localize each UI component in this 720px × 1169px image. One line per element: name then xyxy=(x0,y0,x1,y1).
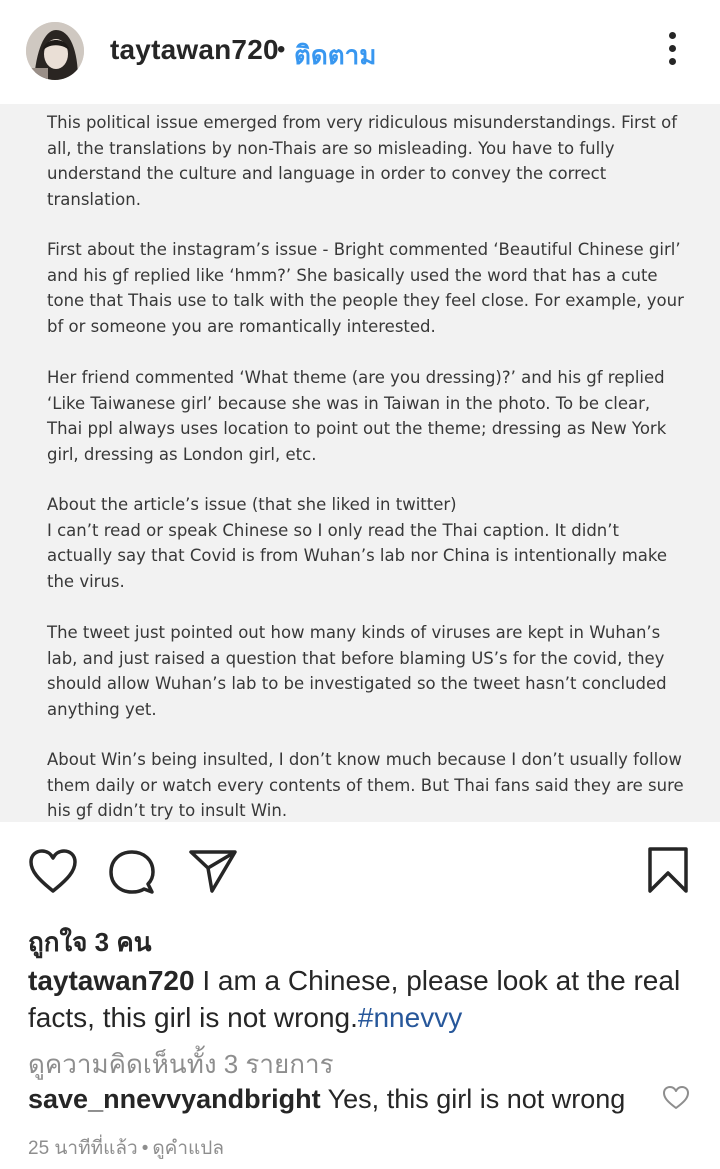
post-text-line: This political issue emerged from very r… xyxy=(47,113,678,132)
comment-username[interactable]: save_nnevvyandbright xyxy=(28,1084,321,1114)
comment-row: save_nnevvyandbright Yes, this girl is n… xyxy=(28,1084,625,1115)
post-text-line: About Win’s being insulted, I don’t know… xyxy=(47,750,682,769)
post-username[interactable]: taytawan720 xyxy=(110,34,279,66)
post-text-line: the virus. xyxy=(47,571,125,591)
post-text-line: girl, dressing as London girl, etc. xyxy=(47,444,317,464)
post-paragraph: This political issue emerged from very r… xyxy=(47,110,687,212)
post-text-line: I can’t read or speak Chinese so I only … xyxy=(47,520,619,540)
post-time: 25 นาทีที่แล้ว xyxy=(28,1138,138,1159)
post-text-line: and his gf replied like ‘hmm?’ She basic… xyxy=(47,265,658,285)
post-text-line: ‘Like Taiwanese girl’ because she was in… xyxy=(47,393,651,413)
share-icon[interactable] xyxy=(188,848,238,894)
meta-separator: • xyxy=(141,1138,149,1159)
post-paragraph: The tweet just pointed out how many kind… xyxy=(47,620,687,722)
post-text-line: translation. xyxy=(47,189,141,209)
post-text-line: bf or someone you are romantically inter… xyxy=(47,316,436,336)
post-text-line: all, the translations by non-Thais are s… xyxy=(47,138,615,158)
post-text-line: Her friend commented ‘What theme (are yo… xyxy=(47,368,665,387)
comment-icon[interactable] xyxy=(108,848,156,896)
avatar-photo xyxy=(26,22,84,80)
bookmark-icon[interactable] xyxy=(646,846,690,894)
separator-dot: • xyxy=(277,36,286,63)
post-text-line: anything yet. xyxy=(47,699,157,719)
comment-like-icon[interactable] xyxy=(662,1085,690,1111)
post-text-line: should allow Wuhan’s lab to be investiga… xyxy=(47,674,667,694)
heart-icon[interactable] xyxy=(28,848,78,894)
post-paragraph: First about the instagram’s issue - Brig… xyxy=(47,237,687,339)
post-text-line: actually say that Covid is from Wuhan’s … xyxy=(47,546,668,566)
post-text-line: his gf didn’t try to insult Win. xyxy=(47,801,288,821)
see-translation-link[interactable]: ดูคำแปล xyxy=(152,1138,224,1159)
comment-text: Yes, this girl is not wrong xyxy=(320,1084,626,1114)
caption-hashtag[interactable]: #nnevvy xyxy=(358,1002,462,1033)
post-text-line: The tweet just pointed out how many kind… xyxy=(47,623,661,642)
post-paragraph: About the article’s issue (that she like… xyxy=(47,492,687,594)
post-text-line: lab, and just raised a question that bef… xyxy=(47,648,665,668)
avatar[interactable] xyxy=(26,22,84,80)
post-meta: 25 นาทีที่แล้ว • ดูคำแปล xyxy=(28,1133,224,1163)
post-text-line: understand the culture and language in o… xyxy=(47,164,607,184)
post-text-line: Thai ppl always uses location to point o… xyxy=(47,419,667,439)
post-text-line: tone that Thais use to talk with the peo… xyxy=(47,291,684,311)
action-bar xyxy=(0,822,720,922)
post-header: taytawan720 • ติดตาม xyxy=(0,0,720,105)
likes-count[interactable]: ถูกใจ 3 คน xyxy=(28,922,152,963)
post-paragraph: About Win’s being insulted, I don’t know… xyxy=(47,747,687,824)
post-image[interactable]: This political issue emerged from very r… xyxy=(0,104,720,822)
follow-button[interactable]: ติดตาม xyxy=(294,35,376,76)
post-text-line: them daily or watch every contents of th… xyxy=(47,775,684,795)
post-caption: taytawan720 I am a Chinese, please look … xyxy=(28,962,688,1036)
post-text-line: About the article’s issue (that she like… xyxy=(47,495,457,514)
view-all-comments-link[interactable]: ดูความคิดเห็นทั้ง 3 รายการ xyxy=(28,1044,334,1085)
more-icon[interactable] xyxy=(658,32,686,72)
caption-username[interactable]: taytawan720 xyxy=(28,965,195,996)
post-paragraph: Her friend commented ‘What theme (are yo… xyxy=(47,365,687,467)
post-text-line: First about the instagram’s issue - Brig… xyxy=(47,240,681,259)
